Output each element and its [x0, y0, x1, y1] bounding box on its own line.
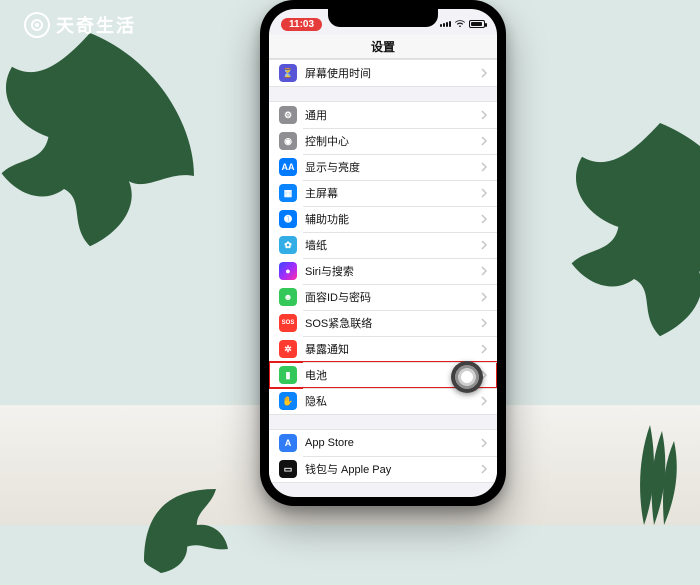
row-label: 墙纸	[305, 237, 481, 253]
accessibility-icon: ➊	[279, 210, 297, 228]
chevron-right-icon	[481, 162, 487, 172]
display-icon: AA	[279, 158, 297, 176]
wifi-icon	[455, 20, 465, 28]
settings-row-general[interactable]: ⚙ 通用	[269, 102, 497, 128]
settings-group: A App Store ▭ 钱包与 Apple Pay	[269, 429, 497, 483]
row-label: 显示与亮度	[305, 159, 481, 175]
row-label: Siri与搜索	[305, 263, 481, 279]
battery-icon: ▮	[279, 366, 297, 384]
sos-icon: SOS	[279, 314, 297, 332]
iphone-frame: 11:03 设置 ⏳ 屏幕使用时间 ⚙ 通用 ◉ 控制中心 AA 显示与亮度 ▦ 主屏幕 ➊ 辅助功能…	[260, 0, 506, 506]
siri-icon: ●	[279, 262, 297, 280]
row-label: 隐私	[305, 393, 481, 409]
row-label: 主屏幕	[305, 185, 481, 201]
chevron-right-icon	[481, 266, 487, 276]
chevron-right-icon	[481, 136, 487, 146]
faceid-icon: ☻	[279, 288, 297, 306]
settings-row-screentime[interactable]: ⏳ 屏幕使用时间	[269, 60, 497, 86]
row-label: 暴露通知	[305, 341, 481, 357]
brand-text: 天奇生活	[56, 12, 136, 38]
monstera-leaf-right	[530, 110, 700, 370]
monstera-leaf-left	[0, 20, 220, 280]
settings-row-accessibility[interactable]: ➊ 辅助功能	[269, 206, 497, 232]
leaf-bottom-left	[120, 465, 240, 585]
settings-row-display[interactable]: AA 显示与亮度	[269, 154, 497, 180]
settings-row-control[interactable]: ◉ 控制中心	[269, 128, 497, 154]
row-label: 控制中心	[305, 133, 481, 149]
nav-title: 设置	[269, 35, 497, 59]
settings-row-home[interactable]: ▦ 主屏幕	[269, 180, 497, 206]
row-label: 面容ID与密码	[305, 289, 481, 305]
wallet-icon: ▭	[279, 460, 297, 478]
row-label: App Store	[305, 437, 481, 449]
chevron-right-icon	[481, 68, 487, 78]
wallpaper-icon: ✿	[279, 236, 297, 254]
chevron-right-icon	[481, 240, 487, 250]
settings-row-appstore[interactable]: A App Store	[269, 430, 497, 456]
status-right	[440, 20, 485, 28]
brand-ring-icon	[24, 12, 50, 38]
row-label: 辅助功能	[305, 211, 481, 227]
settings-row-siri[interactable]: ● Siri与搜索	[269, 258, 497, 284]
home-icon: ▦	[279, 184, 297, 202]
settings-group: ⏳ 屏幕使用时间	[269, 59, 497, 87]
settings-row-wallpaper[interactable]: ✿ 墙纸	[269, 232, 497, 258]
chevron-right-icon	[481, 292, 487, 302]
screentime-icon: ⏳	[279, 64, 297, 82]
chevron-right-icon	[481, 396, 487, 406]
notch	[328, 9, 438, 27]
privacy-icon: ✋	[279, 392, 297, 410]
chevron-right-icon	[481, 110, 487, 120]
leaf-bottom-right	[600, 405, 700, 545]
chevron-right-icon	[481, 438, 487, 448]
row-label: 钱包与 Apple Pay	[305, 461, 481, 477]
settings-row-exposure[interactable]: ✲ 暴露通知	[269, 336, 497, 362]
settings-row-faceid[interactable]: ☻ 面容ID与密码	[269, 284, 497, 310]
control-icon: ◉	[279, 132, 297, 150]
appstore-icon: A	[279, 434, 297, 452]
chevron-right-icon	[481, 464, 487, 474]
cellular-bars-icon	[440, 21, 451, 27]
settings-row-wallet[interactable]: ▭ 钱包与 Apple Pay	[269, 456, 497, 482]
screen: 11:03 设置 ⏳ 屏幕使用时间 ⚙ 通用 ◉ 控制中心 AA 显示与亮度 ▦ 主屏幕 ➊ 辅助功能…	[269, 9, 497, 497]
chevron-right-icon	[481, 214, 487, 224]
chevron-right-icon	[481, 188, 487, 198]
chevron-right-icon	[481, 344, 487, 354]
settings-list[interactable]: ⏳ 屏幕使用时间 ⚙ 通用 ◉ 控制中心 AA 显示与亮度 ▦ 主屏幕 ➊ 辅助功能 ✿ 墙纸 ● Siri与…	[269, 59, 497, 497]
brand-logo: 天奇生活	[24, 12, 136, 38]
general-icon: ⚙	[279, 106, 297, 124]
settings-row-sos[interactable]: SOS SOS紧急联络	[269, 310, 497, 336]
exposure-icon: ✲	[279, 340, 297, 358]
row-label: 屏幕使用时间	[305, 65, 481, 81]
battery-icon	[469, 20, 485, 28]
row-label: 通用	[305, 107, 481, 123]
row-label: SOS紧急联络	[305, 315, 481, 331]
assistive-touch-button[interactable]	[451, 361, 483, 393]
chevron-right-icon	[481, 318, 487, 328]
status-time: 11:03	[281, 18, 322, 31]
